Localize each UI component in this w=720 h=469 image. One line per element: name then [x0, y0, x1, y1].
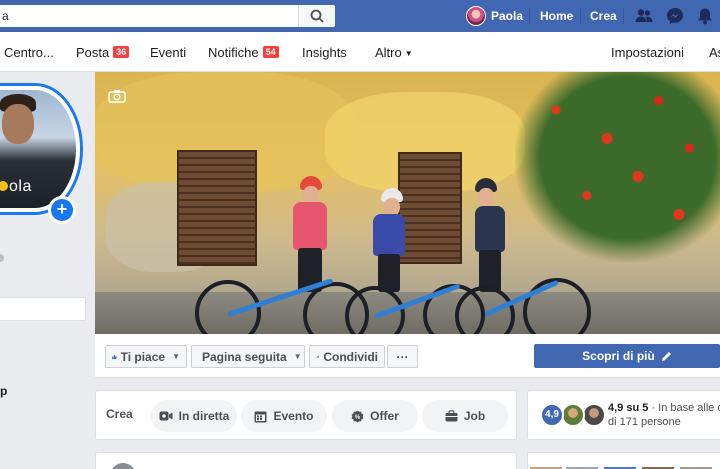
create-job-button[interactable]: Job [422, 400, 508, 432]
post-card [95, 452, 517, 469]
nav-divider [623, 8, 624, 24]
status-dot [0, 254, 4, 262]
tab-notifications[interactable]: Notifiche 54 [208, 32, 279, 72]
learn-more-button[interactable]: Scopri di più [534, 344, 720, 368]
tab-help[interactable]: As [709, 32, 720, 72]
ratings-card[interactable]: 4,9 4,9 su 5 · In base alle o di 171 per… [527, 390, 720, 440]
chevron-down-icon: ▼ [172, 352, 180, 361]
photos-card [527, 452, 720, 469]
nav-divider [580, 8, 581, 24]
create-offer-button[interactable]: % Offer [332, 400, 418, 432]
tab-inbox[interactable]: Posta 36 [76, 32, 130, 72]
like-page-button[interactable]: Ti piace ▼ [105, 345, 187, 368]
pencil-icon [661, 351, 671, 361]
page-profile-picture[interactable]: ola [0, 86, 80, 212]
inbox-count-badge: 36 [113, 46, 130, 58]
chevron-down-icon: ▼ [293, 352, 302, 361]
friends-icon[interactable] [634, 6, 654, 26]
notifications-count-badge: 54 [262, 46, 279, 58]
left-menu-item[interactable]: p [0, 384, 7, 398]
svg-text:%: % [355, 415, 361, 421]
chevron-down-icon: ▼ [404, 49, 413, 58]
flowering-plant [515, 72, 720, 262]
rating-count: di 171 persone [608, 416, 681, 428]
left-window-shutter [177, 150, 257, 266]
tab-events[interactable]: Eventi [150, 32, 186, 72]
camera-icon[interactable] [108, 89, 126, 108]
more-dots-icon: ··· [396, 349, 409, 364]
notifications-bell-icon[interactable] [695, 6, 715, 26]
reviewer-avatar [582, 403, 606, 427]
plus-icon: + [56, 199, 68, 219]
reviewer-avatar [561, 403, 585, 427]
messenger-icon[interactable] [665, 6, 685, 26]
profile-shirt-logo: ola [0, 178, 32, 196]
post-author-avatar[interactable] [110, 463, 136, 469]
right-window-shutter [398, 152, 462, 264]
share-button[interactable]: Condividi [309, 345, 385, 368]
cover-photo[interactable] [95, 72, 720, 334]
follow-page-button[interactable]: Pagina seguita ▼ [191, 345, 305, 368]
profile-link[interactable]: Paola [491, 0, 523, 32]
go-live-button[interactable]: In diretta [151, 400, 237, 432]
briefcase-icon [445, 410, 458, 422]
left-search-field[interactable] [0, 297, 86, 321]
create-event-button[interactable]: Evento [241, 400, 327, 432]
tab-insights[interactable]: Insights [302, 32, 347, 72]
search-button[interactable] [298, 5, 335, 27]
page-tabs-bar: Centro... Posta 36 Eventi Notifiche 54 Ins… [0, 32, 720, 72]
user-avatar[interactable] [466, 6, 486, 26]
bike-wheel [523, 278, 591, 334]
live-video-icon [159, 411, 173, 421]
create-link[interactable]: Crea [590, 0, 617, 32]
street-ground [95, 292, 720, 334]
tab-more[interactable]: Altro ▼ [375, 32, 413, 72]
nav-divider [529, 8, 530, 24]
top-navigation-bar: a Paola Home Crea [0, 0, 720, 32]
calendar-icon [254, 411, 267, 422]
tab-creator-studio[interactable]: Centro... [4, 32, 54, 72]
tab-settings[interactable]: Impostazioni [611, 32, 684, 72]
profile-face [2, 104, 34, 144]
share-arrow-icon [316, 355, 320, 358]
rating-score-badge: 4,9 [540, 403, 564, 427]
add-profile-photo-button[interactable]: + [48, 196, 76, 224]
thumbs-up-icon [112, 354, 117, 359]
home-link[interactable]: Home [540, 0, 573, 32]
more-options-button[interactable]: ··· [387, 345, 418, 368]
offer-tag-icon: % [351, 410, 364, 422]
search-input[interactable]: a [0, 5, 335, 27]
search-icon [310, 9, 324, 23]
rating-summary: 4,9 su 5 · In base alle o [608, 402, 720, 414]
create-card-label: Crea [106, 407, 133, 421]
create-post-card: Crea In diretta Evento % Offer Job [95, 390, 517, 440]
